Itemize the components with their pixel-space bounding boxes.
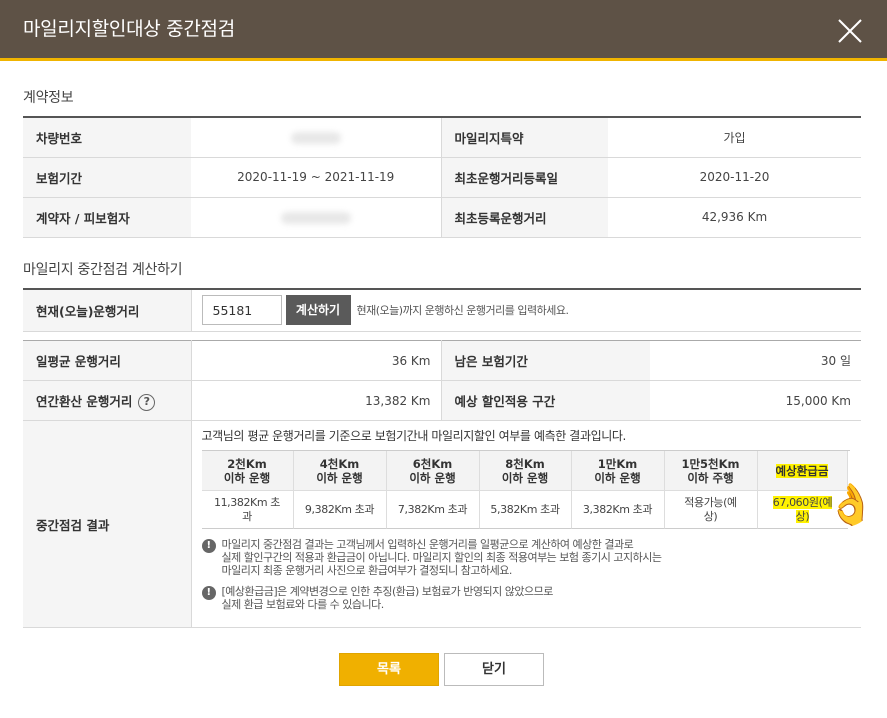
- daily-average-label: 일평균 운행거리: [23, 340, 191, 381]
- grid-value-10k: 3,382Km 초과: [571, 491, 665, 529]
- annual-distance-value: 13,382 Km: [190, 380, 441, 421]
- grid-header-15k: 1만5천Km 이하 주행: [664, 451, 758, 491]
- current-distance-cell: 55181 계산하기 현재(오늘)까지 운행하신 운행거리를 입력하세요.: [190, 289, 861, 332]
- vehicle-number-value: [191, 117, 441, 158]
- calculate-button[interactable]: 계산하기: [285, 295, 351, 326]
- first-reg-date-value: 2020-11-20: [608, 157, 861, 198]
- redacted-policy-holder: [280, 211, 351, 224]
- grid-value-4k: 9,382Km 초과: [293, 491, 387, 529]
- grid-value-15k: 적용가능(예 상): [664, 491, 758, 529]
- alert-icon: !: [201, 586, 216, 600]
- contract-info-table: 차량번호 마일리지특약 가입 보험기간 2020-11-19 ~ 2021-11…: [23, 116, 861, 238]
- mileage-special-label: 마일리지특약: [440, 117, 608, 158]
- mileage-special-value: 가입: [608, 117, 861, 158]
- first-reg-date-label: 최초운행거리등록일: [440, 157, 608, 198]
- grid-header-4k: 4천Km 이하 운행: [293, 451, 387, 491]
- redacted-vehicle-number: [290, 131, 341, 144]
- first-reg-distance-value: 42,936 Km: [608, 197, 861, 238]
- grid-header-8k: 8천Km 이하 운행: [479, 451, 572, 491]
- vehicle-number-label: 차량번호: [23, 117, 191, 158]
- close-icon[interactable]: [837, 18, 863, 44]
- annual-distance-label: 연간환산 운행거리: [36, 393, 133, 409]
- policy-holder-value: [191, 197, 441, 238]
- grid-header-2k: 2천Km 이하 운행: [201, 451, 294, 491]
- expected-range-label: 예상 할인적용 구간: [440, 380, 650, 421]
- first-reg-distance-label: 최초등록운행거리: [440, 197, 608, 238]
- dialog-header: 마일리지할인대상 중간점검: [0, 0, 887, 61]
- daily-average-value: 36 Km: [190, 340, 441, 381]
- insurance-period-value: 2020-11-19 ~ 2021-11-19: [191, 157, 441, 198]
- result-grid: 2천Km 이하 운행 4천Km 이하 운행 6천Km 이하 운행 8천Km 이하 운행 …: [201, 450, 850, 529]
- ok-hand-icon: 👌: [826, 482, 876, 528]
- result-description: 고객님의 평균 운행거리를 기준으로 보험기간내 마일리지할인 여부를 예측한 …: [201, 429, 627, 443]
- grid-value-6k: 7,382Km 초과: [386, 491, 480, 529]
- midcheck-result-cell: 고객님의 평균 운행거리를 기준으로 보험기간내 마일리지할인 여부를 예측한 …: [190, 420, 861, 628]
- current-distance-input[interactable]: 55181: [201, 295, 282, 326]
- current-distance-label: 현재(오늘)운행거리: [23, 289, 191, 332]
- calc-section-title: 마일리지 중간점검 계산하기: [23, 262, 183, 278]
- annual-distance-label-cell: 연간환산 운행거리?: [23, 380, 191, 421]
- grid-header-10k: 1만Km 이하 운행: [571, 451, 665, 491]
- remaining-period-label: 남은 보험기간: [440, 340, 650, 381]
- grid-header-6k: 6천Km 이하 운행: [386, 451, 480, 491]
- insurance-period-label: 보험기간: [23, 157, 191, 198]
- close-button[interactable]: 닫기: [444, 653, 544, 686]
- current-distance-table: 현재(오늘)운행거리 55181 계산하기 현재(오늘)까지 운행하신 운행거리를 …: [23, 288, 861, 332]
- calc-result-table: 일평균 운행거리 36 Km 남은 보험기간 30 일 연간환산 운행거리? 1…: [23, 340, 861, 628]
- policy-holder-label: 계약자 / 피보험자: [23, 197, 191, 238]
- contract-section-title: 계약정보: [23, 90, 74, 106]
- grid-value-2k: 11,382Km 초과: [201, 491, 294, 529]
- list-button[interactable]: 목록: [339, 653, 439, 686]
- result-notes: ! 마일리지 중간점검 결과는 고객님께서 입력하신 운행거리를 일평균으로 계…: [201, 538, 853, 611]
- midcheck-result-label: 중간점검 결과: [23, 420, 191, 628]
- note-item: ! 마일리지 중간점검 결과는 고객님께서 입력하신 운행거리를 일평균으로 계…: [201, 538, 853, 577]
- grid-value-8k: 5,382Km 초과: [479, 491, 572, 529]
- current-distance-hint: 현재(오늘)까지 운행하신 운행거리를 입력하세요.: [356, 304, 569, 318]
- note-item: ! [예상환급금]은 계약변경으로 인한 추징(환급) 보험료가 반영되지 않았…: [201, 585, 853, 611]
- alert-icon: !: [201, 539, 216, 553]
- remaining-period-value: 30 일: [650, 340, 861, 381]
- help-icon[interactable]: ?: [138, 393, 156, 411]
- dialog-title: 마일리지할인대상 중간점검: [23, 18, 235, 40]
- expected-range-value: 15,000 Km: [650, 380, 861, 421]
